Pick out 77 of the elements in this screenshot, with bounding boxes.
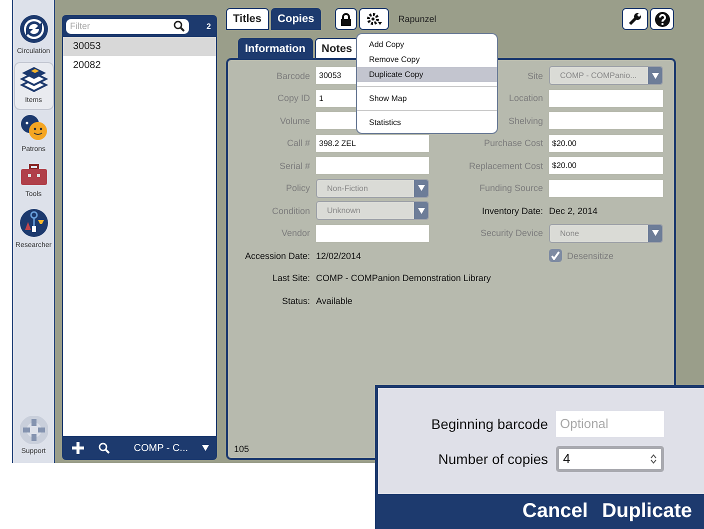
menu-item[interactable]: Add Copy [357,37,497,52]
text-field[interactable] [316,157,429,174]
field-label: Call # [286,138,310,148]
dialog-button[interactable]: Duplicate [602,500,692,523]
field-label: Site [526,70,543,81]
search-icon [173,20,185,32]
text-field[interactable]: $20.00 [549,134,663,152]
field-label: Number of copies [437,450,548,466]
tab[interactable]: Copies [270,8,322,30]
field-label: Accession Date: [244,250,310,261]
site-dropdown[interactable]: COMP - C... [134,442,209,454]
dropdown-arrow-icon [418,208,424,214]
field-label: Barcode [275,70,310,81]
checkbox-label: Desensitize [567,250,614,261]
text-field[interactable]: $20.00 [549,157,663,174]
settings-icon [366,12,382,26]
add-icon[interactable] [72,442,84,454]
field-label: Last Site: [271,273,310,284]
dropdown-arrow-icon [418,185,424,192]
tab[interactable]: Titles [226,8,269,30]
text-field[interactable]: 398.2 ZEL [316,134,429,152]
field-value: COMP - COMPanion Demonstration Library [316,273,491,284]
field-label: Purchase Cost [482,138,543,148]
toolbox-icon [18,163,48,187]
field-label: Location [508,93,543,104]
record-count: 105 [234,444,250,454]
tab[interactable]: Information [238,38,312,60]
menu-item[interactable]: Duplicate Copy [357,67,497,82]
menu-item[interactable]: Statistics [357,115,497,130]
field-value: Available [316,296,352,306]
field-label: Shelving [507,116,543,126]
number-field[interactable]: 4 [556,446,664,472]
search-icon[interactable] [98,442,110,454]
lock-icon [340,12,352,26]
field-label: Policy [284,183,310,194]
field-label: Replacement Cost [468,160,543,171]
magnifier-pin-icon [18,208,48,238]
field-label: Beginning barcode [430,416,548,432]
field-label: Serial # [278,160,310,171]
field-label: Volume [278,116,310,126]
stepper-icon[interactable] [650,452,657,464]
wrench-icon [628,12,642,26]
smiley-people-icon [18,114,48,142]
circular-arrows-icon [18,14,48,44]
menu-item[interactable]: Show Map [357,91,497,106]
filter-box[interactable]: Filter [66,18,189,34]
field-value: 12/02/2014 [316,250,362,261]
text-field[interactable] [549,180,663,197]
checkbox[interactable] [549,249,562,262]
lock-button[interactable] [335,8,358,30]
text-field[interactable] [549,112,663,130]
field-value: Dec 2, 2014 [549,206,598,216]
field-label: Inventory Date: [480,206,543,216]
text-field[interactable] [316,224,429,242]
field-label: Funding Source [478,183,543,194]
tools-button[interactable] [622,8,648,30]
help-button[interactable] [650,8,674,30]
text-field[interactable]: Optional [556,410,664,436]
settings-button[interactable] [359,8,390,30]
field-label: Copy ID [276,93,310,104]
menu-item[interactable]: Remove Copy [357,52,497,67]
dropdown-arrow-icon [202,445,209,451]
field-label: Status: [280,296,310,306]
dropdown-arrow-icon [652,230,658,236]
text-field[interactable] [549,90,663,107]
list-row[interactable]: 30053 [63,37,216,56]
filter-field[interactable]: Filter [70,21,160,31]
book-stack-icon [18,65,48,93]
field-label: Condition [270,206,310,216]
dropdown-arrow-icon [652,72,658,79]
item-title: Rapunzel [398,14,436,24]
field-label: Security Device [479,228,543,238]
result-count: 2 [206,22,211,30]
lifebuoy-icon [20,416,48,444]
help-icon [654,12,670,26]
dialog-button[interactable]: Cancel [522,500,588,523]
field-label: Vendor [280,228,310,238]
